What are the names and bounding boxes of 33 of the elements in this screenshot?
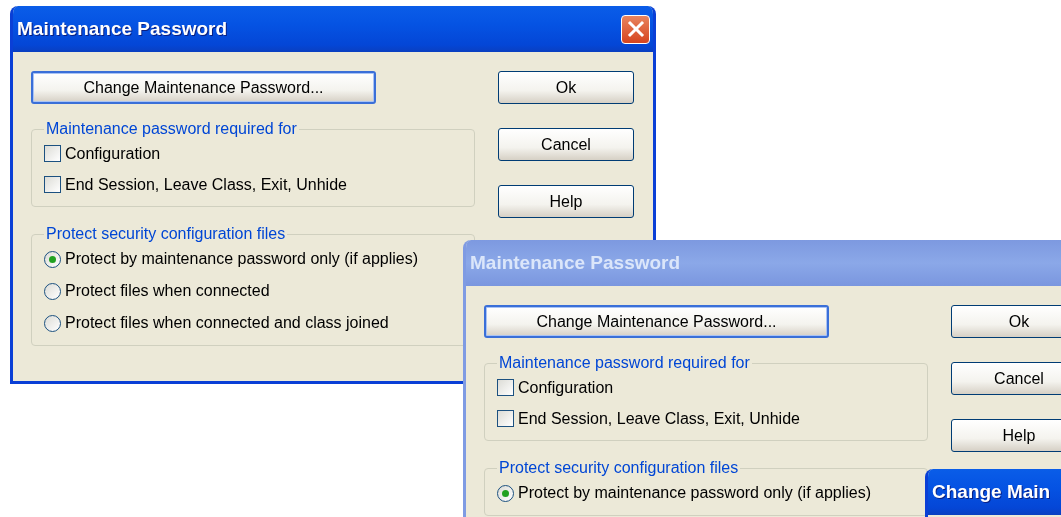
group-label: Protect security configuration files — [498, 459, 740, 477]
dialog-button[interactable]: Help — [498, 185, 634, 218]
dialog-button[interactable]: Ok — [498, 71, 634, 104]
dialog-button[interactable]: Ok — [951, 305, 1061, 338]
window-title: Change Main — [932, 481, 1051, 503]
dialog-button[interactable]: Cancel — [498, 128, 634, 161]
group-label: Protect security configuration files — [45, 225, 287, 243]
radio-label: Protect files when connected and class joined — [65, 314, 389, 332]
close-button[interactable] — [621, 14, 650, 44]
radio-button[interactable] — [497, 484, 514, 502]
radio-button[interactable] — [44, 314, 61, 332]
group-label: Maintenance password required for — [498, 354, 751, 372]
radio-button[interactable] — [44, 282, 61, 300]
radio-label: Protect files when connected — [65, 282, 270, 300]
checkbox-label: Configuration — [65, 144, 161, 163]
checkbox[interactable] — [497, 379, 514, 396]
checkbox-label: Configuration — [518, 378, 614, 397]
group-label: Maintenance password required for — [45, 120, 298, 138]
checkbox[interactable] — [497, 410, 514, 427]
close-icon — [626, 20, 645, 38]
radio-button[interactable] — [44, 250, 61, 268]
change-password-button[interactable]: Change Maintenance Password... — [484, 305, 829, 338]
dialog-button[interactable]: Cancel — [951, 362, 1061, 395]
window-title: Maintenance Password — [17, 18, 228, 40]
dialog-button[interactable]: Help — [951, 419, 1061, 452]
checkbox-label: End Session, Leave Class, Exit, Unhide — [518, 409, 800, 428]
checkbox[interactable] — [44, 145, 61, 162]
radio-label: Protect by maintenance password only (if applies) — [65, 250, 419, 268]
radio-label: Protect by maintenance password only (if applies) — [518, 484, 872, 502]
window-title: Maintenance Password — [470, 252, 681, 274]
checkbox[interactable] — [44, 176, 61, 193]
change-password-button[interactable]: Change Maintenance Password... — [31, 71, 376, 104]
checkbox-label: End Session, Leave Class, Exit, Unhide — [65, 175, 347, 194]
